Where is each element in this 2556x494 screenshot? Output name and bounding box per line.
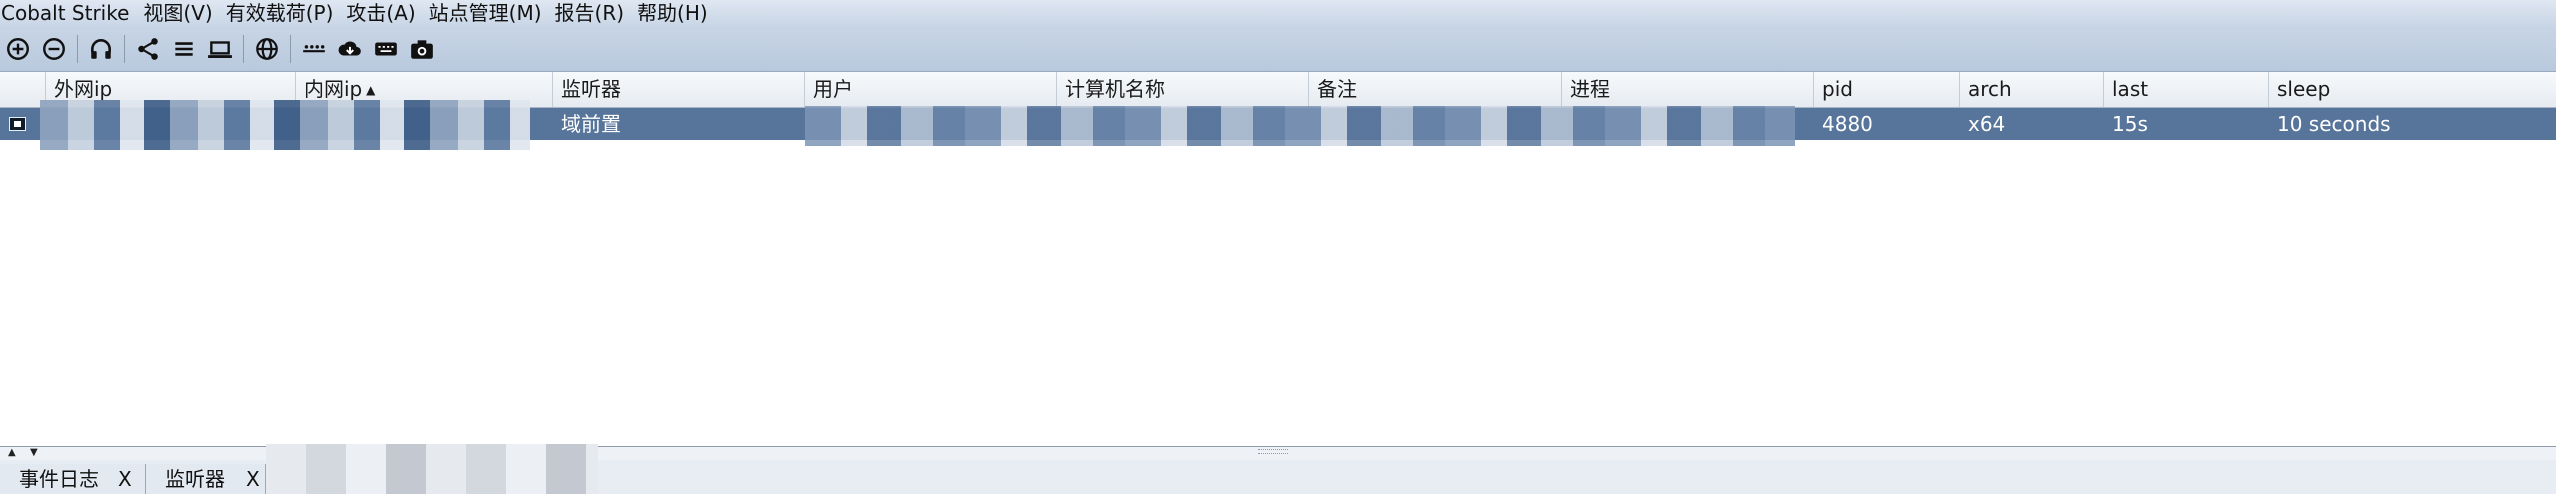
keystrokes-icon[interactable] <box>368 31 404 67</box>
splitter-up-arrow[interactable]: ▲ <box>8 447 16 458</box>
tab-close-button[interactable]: X <box>246 464 260 494</box>
cell-pid: 4880 <box>1822 112 1873 136</box>
menu-reporting[interactable]: 报告(R) <box>555 1 638 25</box>
sessions-table: 外网ip 内网ip 监听器 用户 计算机名称 备注 进程 pid arch la… <box>0 71 2556 447</box>
table-row[interactable]: 域前置 4880 x64 15s 10 seconds <box>0 100 2556 150</box>
column-header-note[interactable]: 备注 <box>1309 72 1562 107</box>
splitter-grip[interactable] <box>1258 449 1288 454</box>
column-header-listener[interactable]: 监听器 <box>553 72 805 107</box>
disconnect-icon[interactable] <box>36 31 72 67</box>
column-header-process[interactable]: 进程 <box>1562 72 1814 107</box>
menu-help[interactable]: 帮助(H) <box>637 1 721 25</box>
toolbar-separator <box>290 34 291 63</box>
downloads-icon[interactable] <box>332 31 368 67</box>
pivot-graph-icon[interactable] <box>130 31 166 67</box>
cell-listener: 域前置 <box>561 112 621 136</box>
tab-listeners[interactable]: 监听器 X <box>146 464 266 494</box>
add-connection-icon[interactable] <box>0 31 36 67</box>
toolbar <box>0 26 2556 71</box>
column-header-last[interactable]: last <box>2104 72 2269 107</box>
menu-cobalt-strike[interactable]: Cobalt Strike <box>0 1 143 25</box>
tab-event-log[interactable]: 事件日志 X <box>0 464 146 494</box>
headphones-icon[interactable] <box>83 31 119 67</box>
column-header-arch[interactable]: arch <box>1960 72 2104 107</box>
target-list-icon[interactable] <box>202 31 238 67</box>
menu-bar: Cobalt Strike 视图(V) 有效载荷(P) 攻击(A) 站点管理(M… <box>0 0 2556 26</box>
menu-payloads[interactable]: 有效载荷(P) <box>226 1 347 25</box>
tab-label: 监听器 <box>165 467 225 491</box>
splitter-down-arrow[interactable]: ▼ <box>30 447 38 458</box>
menu-site-management[interactable]: 站点管理(M) <box>429 1 555 25</box>
tab-label: 事件日志 <box>19 467 99 491</box>
toolbar-separator <box>77 34 78 63</box>
cell-sleep: 10 seconds <box>2277 112 2391 136</box>
redacted-external-ip <box>40 100 530 150</box>
cell-arch: x64 <box>1968 112 2006 136</box>
column-header-computer[interactable]: 计算机名称 <box>1057 72 1309 107</box>
web-globe-icon[interactable] <box>249 31 285 67</box>
redacted-tab <box>266 444 598 494</box>
screenshots-icon[interactable] <box>404 31 440 67</box>
windows-session-icon <box>9 117 26 131</box>
toolbar-separator <box>243 34 244 63</box>
bottom-tab-bar: 事件日志 X 监听器 X <box>0 444 2556 494</box>
redacted-user-computer-note-process <box>805 106 1795 146</box>
column-header-pid[interactable]: pid <box>1814 72 1960 107</box>
session-list-icon[interactable] <box>166 31 202 67</box>
credentials-icon[interactable] <box>296 31 332 67</box>
menu-attacks[interactable]: 攻击(A) <box>346 1 428 25</box>
column-header-sleep[interactable]: sleep <box>2269 72 2556 107</box>
tab-close-button[interactable]: X <box>118 464 132 494</box>
toolbar-separator <box>124 34 125 63</box>
menu-view[interactable]: 视图(V) <box>143 1 225 25</box>
column-header-user[interactable]: 用户 <box>805 72 1057 107</box>
cell-last: 15s <box>2112 112 2148 136</box>
